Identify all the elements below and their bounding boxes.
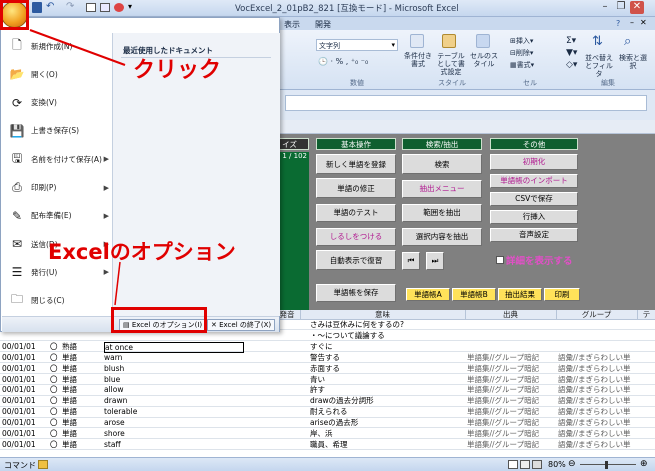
- options-arrow: [114, 261, 121, 306]
- options-annotation: Excelのオプション: [48, 240, 236, 264]
- options-button-highlight: [111, 307, 207, 333]
- click-arrow: [29, 29, 126, 66]
- click-annotation: クリック: [133, 58, 222, 83]
